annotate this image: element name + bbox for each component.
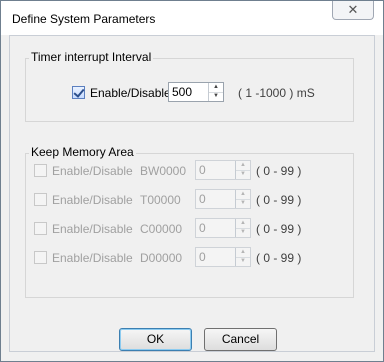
bw-enable-label: Enable/Disable [52, 164, 133, 178]
d-spinbox[interactable]: 0 ▲ ▼ [195, 247, 251, 267]
spin-buttons: ▲ ▼ [235, 219, 250, 237]
timer-range-label: ( 1 -1000 ) mS [238, 86, 315, 100]
c-range-label: ( 0 - 99 ) [256, 222, 302, 236]
spin-down-arrow-icon[interactable]: ▼ [236, 170, 250, 179]
d-enable-checkbox[interactable] [34, 251, 47, 264]
dialog-client-area: Timer interrupt Interval Enable/Disable … [9, 35, 375, 352]
d-value[interactable]: 0 [199, 250, 206, 264]
d-range-label: ( 0 - 99 ) [256, 251, 302, 265]
dialog-title: Define System Parameters [12, 12, 156, 26]
memory-group-label: Keep Memory Area [29, 145, 136, 159]
t-area-name: T00000 [140, 193, 181, 207]
close-icon: ✕ [347, 2, 359, 17]
t-value[interactable]: 0 [199, 192, 206, 206]
c-spinbox[interactable]: 0 ▲ ▼ [195, 218, 251, 238]
d-area-name: D00000 [140, 251, 183, 265]
spin-down-arrow-icon[interactable]: ▼ [236, 228, 250, 237]
t-spinbox[interactable]: 0 ▲ ▼ [195, 189, 251, 209]
t-enable-label: Enable/Disable [52, 193, 133, 207]
timer-group-label: Timer interrupt Interval [29, 50, 154, 64]
spin-down-arrow-icon[interactable]: ▼ [236, 257, 250, 266]
spin-buttons: ▲ ▼ [235, 161, 250, 179]
bw-enable-checkbox[interactable] [34, 164, 47, 177]
spin-down-arrow-icon[interactable]: ▼ [209, 92, 223, 101]
title-bar[interactable]: Define System Parameters ✕ [1, 1, 383, 35]
c-enable-label: Enable/Disable [52, 222, 133, 236]
t-range-label: ( 0 - 99 ) [256, 193, 302, 207]
bw-value[interactable]: 0 [199, 163, 206, 177]
cancel-button[interactable]: Cancel [204, 328, 277, 351]
close-button[interactable]: ✕ [332, 1, 374, 20]
spin-down-arrow-icon[interactable]: ▼ [236, 199, 250, 208]
bw-area-name: BW0000 [140, 164, 187, 178]
dialog-window: Define System Parameters ✕ Timer interru… [0, 0, 384, 362]
spin-buttons: ▲ ▼ [235, 190, 250, 208]
c-value[interactable]: 0 [199, 221, 206, 235]
c-enable-checkbox[interactable] [34, 222, 47, 235]
t-enable-checkbox[interactable] [34, 193, 47, 206]
bw-spinbox[interactable]: 0 ▲ ▼ [195, 160, 251, 180]
spin-buttons: ▲ ▼ [208, 83, 223, 101]
timer-enable-checkbox[interactable] [72, 86, 85, 99]
spin-buttons: ▲ ▼ [235, 248, 250, 266]
timer-enable-label[interactable]: Enable/Disable [90, 86, 171, 100]
timer-interval-value[interactable]: 500 [172, 85, 192, 99]
ok-button[interactable]: OK [119, 328, 192, 351]
timer-interval-spinbox[interactable]: 500 ▲ ▼ [168, 82, 224, 102]
c-area-name: C00000 [140, 222, 183, 236]
bw-range-label: ( 0 - 99 ) [256, 164, 302, 178]
d-enable-label: Enable/Disable [52, 251, 133, 265]
